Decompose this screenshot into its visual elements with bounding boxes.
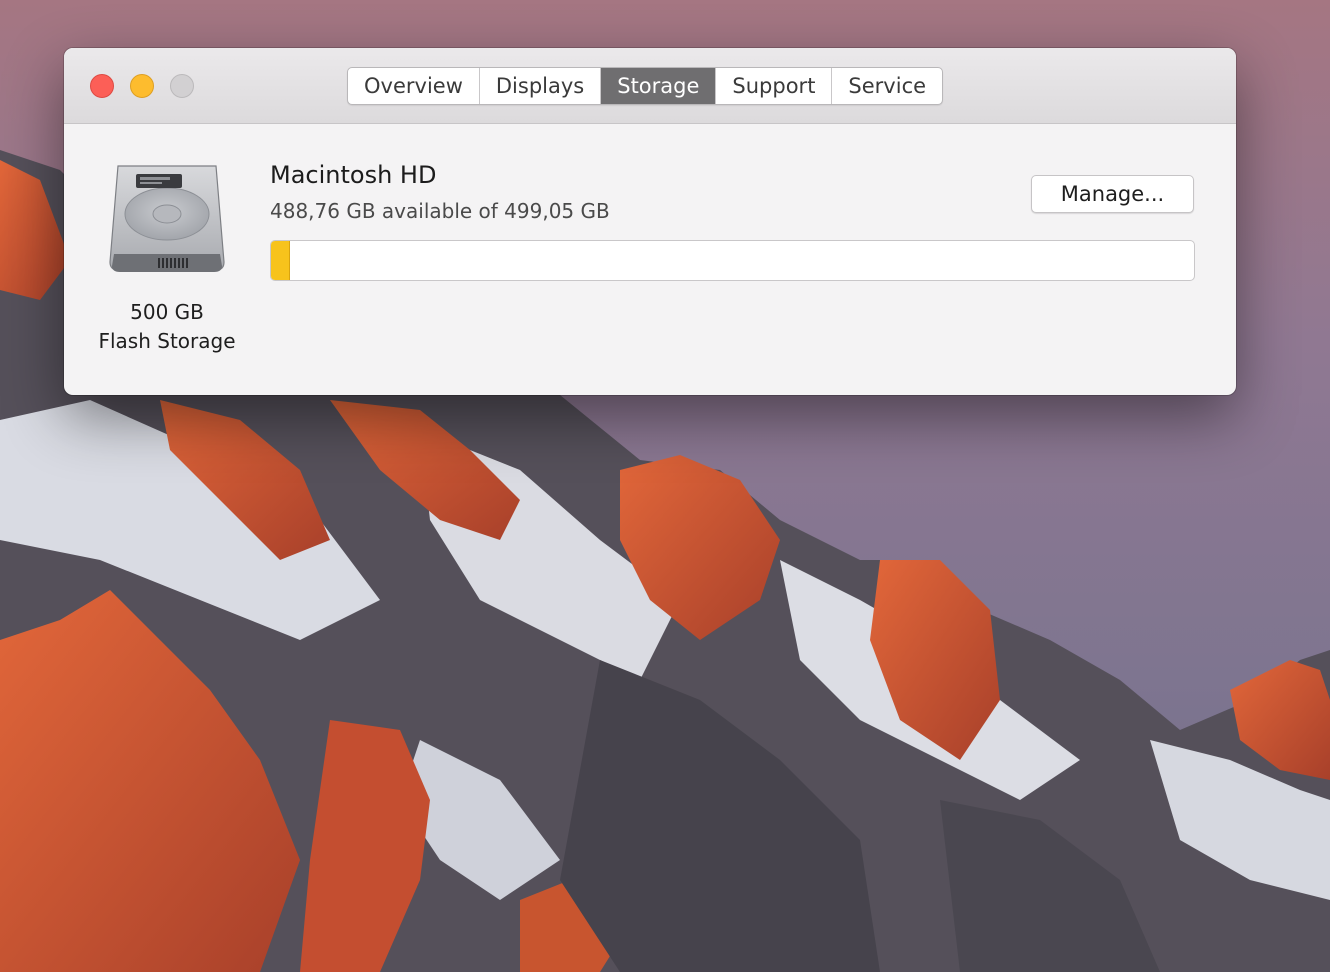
manage-button[interactable]: Manage... [1031, 175, 1194, 213]
minimize-button[interactable] [130, 74, 154, 98]
tab-support[interactable]: Support [716, 68, 833, 104]
tab-displays[interactable]: Displays [480, 68, 602, 104]
tab-bar: Overview Displays Storage Support Servic… [347, 67, 944, 105]
disk-caption: 500 GB Flash Storage [82, 298, 252, 356]
tab-storage[interactable]: Storage [601, 68, 717, 104]
volume-name: Macintosh HD [270, 161, 437, 189]
title-bar: Overview Displays Storage Support Servic… [64, 48, 1236, 124]
volume-availability: 488,76 GB available of 499,05 GB [270, 199, 610, 223]
disk-type: Flash Storage [98, 329, 236, 353]
hard-drive-icon [108, 162, 226, 278]
tab-service[interactable]: Service [832, 68, 942, 104]
system-info-window: Overview Displays Storage Support Servic… [64, 48, 1236, 395]
close-button[interactable] [90, 74, 114, 98]
zoom-button[interactable] [170, 74, 194, 98]
disk-capacity: 500 GB [130, 300, 204, 324]
tab-overview[interactable]: Overview [348, 68, 480, 104]
storage-usage-bar [270, 240, 1195, 281]
storage-used-segment [271, 241, 290, 280]
